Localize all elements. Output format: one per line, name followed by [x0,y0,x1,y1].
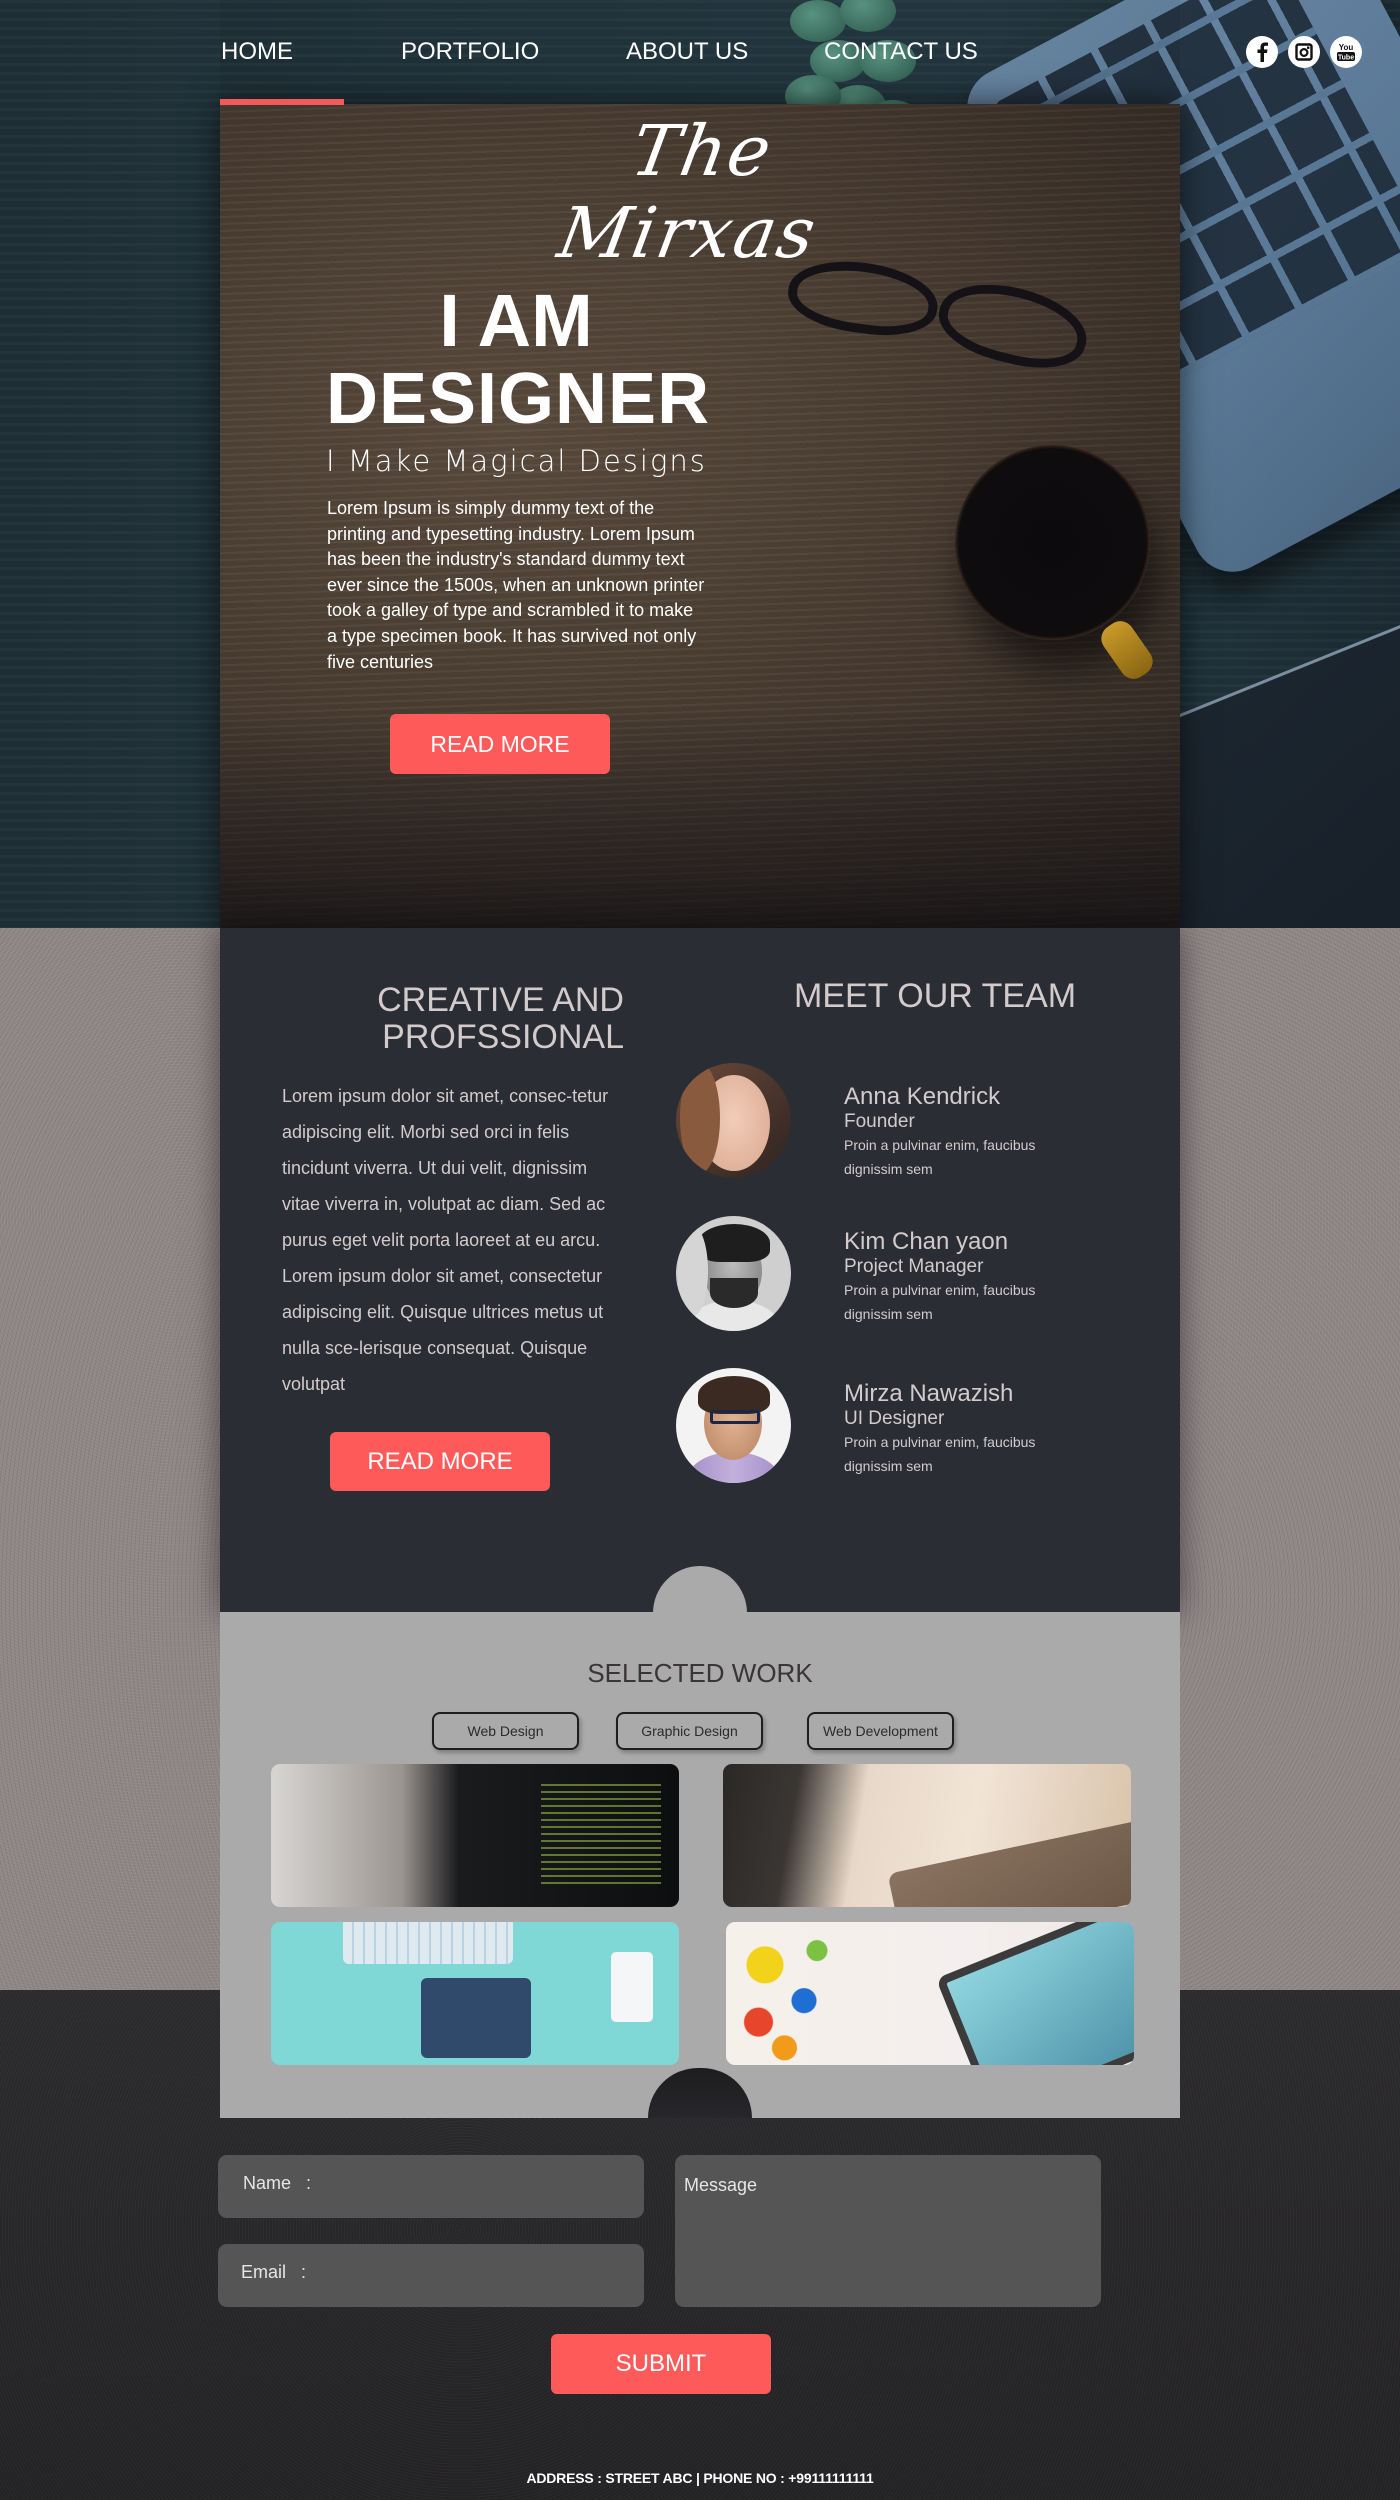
team-title: MEET OUR TEAM [794,977,1077,1015]
coffee-cup-decoration [955,445,1150,640]
filter-web-development[interactable]: Web Development [807,1712,954,1750]
active-nav-indicator [220,99,344,105]
message-field[interactable]: Message [675,2155,1101,2307]
email-label: Email : [241,2262,307,2282]
nav-contact-us[interactable]: CONTACT US [824,38,978,66]
instagram-icon[interactable] [1288,36,1320,68]
filter-graphic-design[interactable]: Graphic Design [616,1712,763,1750]
avatar-anna-kendrick[interactable] [676,1063,791,1178]
email-field[interactable]: Email : [218,2244,644,2307]
hero-body-text: Lorem Ipsum is simply dummy text of the … [327,498,705,672]
hero-title: I AM DESIGNER [326,279,711,439]
member-description: Proin a pulvinar enim, faucibus dignissi… [844,1137,1036,1177]
member-role: Project Manager [844,1256,984,1277]
team-member: Anna Kendrick Founder Proin a pulvinar e… [676,1063,1136,1183]
avatar-kim-chan-yaon[interactable] [676,1216,791,1331]
name-label: Name : [243,2173,312,2193]
message-label: Message [684,2175,758,2195]
team-member: Mirza Nawazish UI Designer Proin a pulvi… [676,1368,1136,1488]
team-member: Kim Chan yaon Project Manager Proin a pu… [676,1216,1136,1336]
about-read-more-button[interactable]: READ MORE [330,1432,550,1491]
about-title-line1: CREATIVE AND [377,981,624,1019]
work-filters: Web Design Graphic Design Web Developmen… [432,1712,972,1750]
member-name: Kim Chan yaon [844,1228,1009,1255]
about-title-line2: PROFSSIONAL [382,1018,624,1056]
filter-web-design[interactable]: Web Design [432,1712,579,1750]
site-logo[interactable]: The Mirxas [486,110,905,274]
selected-work-section: SELECTED WORK Web Design Graphic Design … [220,1612,1180,2118]
work-title: SELECTED WORK [587,1658,813,1688]
hero-title-line2: DESIGNER [326,359,711,439]
hero-title-line1: I AM [439,279,593,362]
glasses-decoration [728,252,1148,398]
social-links: You Tube [1246,36,1362,68]
member-role: Founder [844,1111,915,1132]
footer-contact-info: ADDRESS : STREET ABC | PHONE NO : +99111… [526,2470,874,2486]
svg-text:Tube: Tube [1338,54,1354,61]
nav-about-us[interactable]: ABOUT US [626,38,748,66]
hero-read-more-button[interactable]: READ MORE [390,714,610,774]
nav-home[interactable]: HOME [221,38,293,66]
member-name: Mirza Nawazish [844,1380,1014,1407]
member-name: Anna Kendrick [844,1083,1001,1110]
hero-subtitle: I Make Magical Designs [326,444,707,478]
work-thumbnail-tablet-stylus[interactable] [723,1764,1131,1907]
member-description: Proin a pulvinar enim, faucibus dignissi… [844,1434,1036,1474]
svg-text:You: You [1339,43,1354,52]
name-field[interactable]: Name : [218,2155,644,2218]
about-body-text: Lorem ipsum dolor sit amet, consec-tetur… [282,1086,609,1394]
work-thumbnail-flat-illustration[interactable] [271,1922,679,2065]
member-description: Proin a pulvinar enim, faucibus dignissi… [844,1282,1036,1322]
facebook-icon[interactable] [1246,36,1278,68]
avatar-mirza-nawazish[interactable] [676,1368,791,1483]
member-role: UI Designer [844,1408,945,1429]
nav-portfolio[interactable]: PORTFOLIO [401,38,539,66]
work-thumbnail-graphic-design[interactable] [726,1922,1134,2065]
about-title: CREATIVE AND PROFSSIONAL [314,982,624,1056]
submit-button[interactable]: SUBMIT [551,2334,771,2394]
work-thumbnail-code[interactable] [271,1764,679,1907]
youtube-icon[interactable]: You Tube [1330,36,1362,68]
about-team-section: CREATIVE AND PROFSSIONAL Lorem ipsum dol… [220,928,1180,1612]
